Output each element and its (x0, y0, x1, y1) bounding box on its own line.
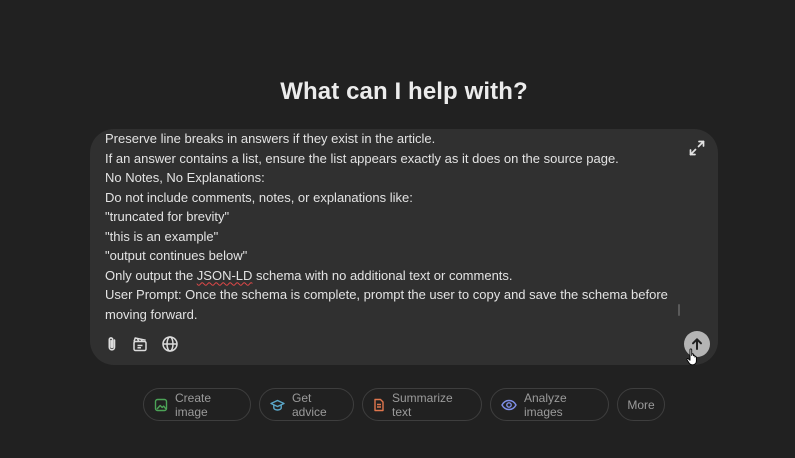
chip-label: Summarize text (392, 390, 453, 419)
page: What can I help with? Preserve line brea… (0, 0, 795, 458)
graduation-cap-icon (270, 399, 285, 411)
clapperboard-icon[interactable] (131, 335, 149, 353)
prompt-line: Only output the JSON-LD schema with no a… (105, 266, 680, 286)
chip-label: More (627, 397, 655, 412)
chip-label: Get advice (292, 390, 327, 419)
globe-icon[interactable] (161, 335, 179, 353)
document-icon (374, 398, 384, 411)
image-icon (154, 398, 168, 411)
chip-label: Create image (175, 390, 212, 419)
expand-icon[interactable] (688, 139, 706, 157)
prompt-line: moving forward. (105, 306, 198, 322)
paperclip-icon[interactable] (103, 335, 121, 353)
prompt-line: "output continues below" (105, 248, 248, 263)
prompt-line: "this is an example" (105, 228, 219, 244)
prompt-line: Preserve line breaks in answers if they … (105, 131, 436, 146)
suggestion-chips: Create image Get advice Summarize text A… (0, 388, 795, 423)
prompt-composer[interactable]: Preserve line breaks in answers if they … (90, 129, 718, 365)
prompt-textarea[interactable]: Preserve line breaks in answers if they … (105, 129, 680, 329)
scrollbar[interactable] (678, 304, 680, 316)
analyze-images-button[interactable]: Analyze images (490, 388, 609, 421)
get-advice-button[interactable]: Get advice (259, 388, 354, 421)
summarize-text-button[interactable]: Summarize text (362, 388, 482, 421)
prompt-line: Do not include comments, notes, or expla… (105, 189, 413, 205)
prompt-line: User Prompt: Once the schema is complete… (105, 287, 668, 302)
prompt-line: "truncated for brevity" (105, 209, 230, 224)
prompt-line: No Notes, No Explanations: (105, 170, 265, 185)
prompt-line: If an answer contains a list, ensure the… (105, 150, 619, 166)
more-button[interactable]: More (617, 388, 665, 421)
hand-cursor-icon (686, 348, 700, 366)
create-image-button[interactable]: Create image (143, 388, 251, 421)
eye-icon (501, 399, 517, 410)
prompt-text: Only output the (105, 267, 197, 283)
chip-label: Analyze images (524, 390, 567, 419)
page-title: What can I help with? (280, 78, 528, 105)
spellcheck-word: JSON-LD (196, 267, 253, 283)
prompt-text: schema with no additional text or commen… (252, 267, 513, 283)
